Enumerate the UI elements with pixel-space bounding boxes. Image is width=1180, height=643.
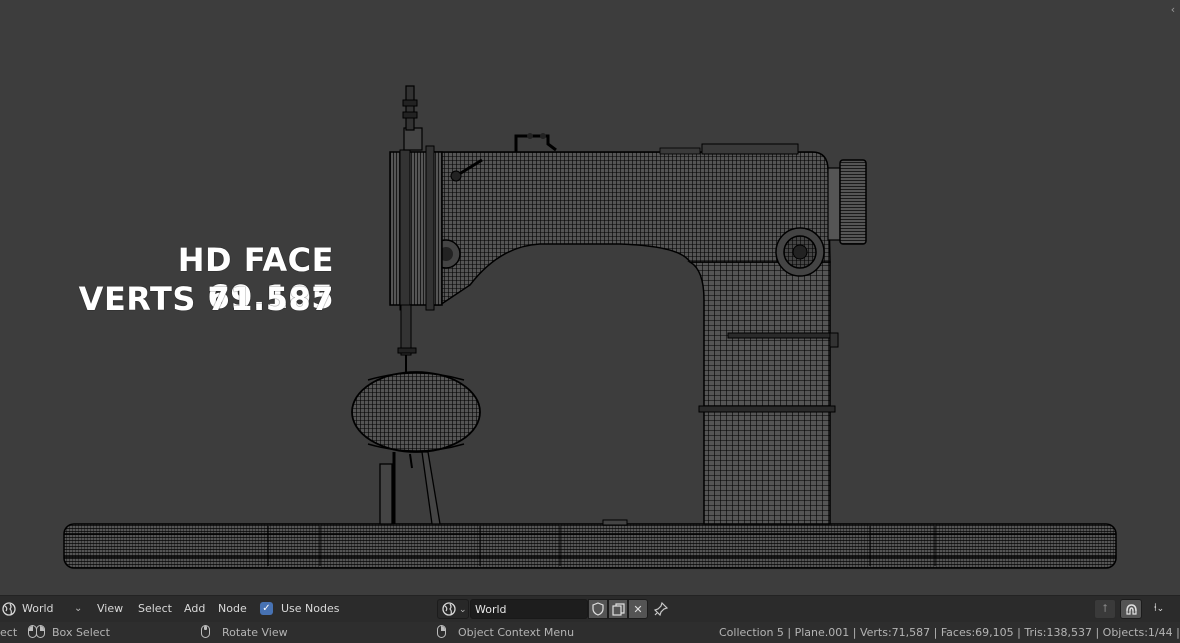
world-globe-icon	[442, 602, 456, 616]
mouse-middle-icon	[201, 625, 210, 638]
chevron-down-icon: ⌄	[1156, 604, 1165, 614]
editor-header: World ⌄ View Select Add Node ✓ Use Nodes…	[0, 595, 1180, 622]
duplicate-icon	[611, 603, 625, 616]
checkmark-icon: ✓	[260, 602, 273, 615]
duplicate-button[interactable]	[608, 599, 628, 619]
status-select-hint: ect	[0, 626, 18, 639]
pin-icon	[653, 601, 669, 617]
status-bar: ect Box Select Rotate View Object Contex…	[0, 622, 1180, 643]
parent-node-tree-button[interactable]: ⭡	[1094, 599, 1116, 619]
bobbin-stand	[379, 451, 441, 525]
menu-node[interactable]: Node	[218, 596, 247, 622]
use-nodes-label: Use Nodes	[281, 602, 340, 615]
world-name-field[interactable]: World	[470, 599, 588, 619]
3d-viewport[interactable]: HD FACE 69.105 VERTS 71.587 ‹	[0, 0, 1180, 595]
status-box-select-hint: Box Select	[52, 626, 110, 639]
blender-window: HD FACE 69.105 VERTS 71.587 ‹ World ⌄ Vi…	[0, 0, 1180, 643]
chevron-down-icon: ⌄	[74, 603, 83, 614]
world-browse-button[interactable]: ⌄	[437, 599, 469, 619]
editor-type-dropdown[interactable]: World ⌄	[0, 596, 86, 622]
menu-add[interactable]: Add	[184, 596, 205, 622]
close-icon: ✕	[633, 603, 643, 616]
chevron-down-icon: ⌄	[459, 605, 467, 615]
fake-user-button[interactable]	[588, 599, 608, 619]
world-globe-icon	[2, 602, 16, 616]
machine-head	[389, 85, 443, 374]
bobbin	[351, 371, 481, 453]
mouse-right-icon	[437, 625, 446, 638]
status-rotate-view-hint: Rotate View	[222, 626, 288, 639]
snap-toggle[interactable]	[1120, 599, 1142, 619]
unlink-button[interactable]: ✕	[628, 599, 648, 619]
scene-statistics: Collection 5 | Plane.001 | Verts:71,587 …	[719, 626, 1180, 639]
machine-pillar	[687, 261, 839, 525]
snap-magnet-icon	[1125, 604, 1137, 615]
status-context-menu-hint: Object Context Menu	[458, 626, 575, 639]
snap-mode-dropdown[interactable]: ⍿⌄	[1144, 599, 1174, 619]
collapse-chevron-icon[interactable]: ‹	[1168, 3, 1178, 17]
mouse-drag-icon	[36, 625, 45, 638]
menu-select[interactable]: Select	[138, 596, 172, 622]
vertex-count-overlay: VERTS 71.587	[78, 280, 334, 318]
shield-icon	[592, 602, 604, 616]
editor-type-label: World	[22, 602, 54, 615]
pin-button[interactable]	[653, 596, 674, 622]
parent-arrow-icon: ⭡	[1102, 602, 1108, 615]
menu-view[interactable]: View	[97, 596, 123, 622]
base-plate	[63, 519, 1117, 569]
